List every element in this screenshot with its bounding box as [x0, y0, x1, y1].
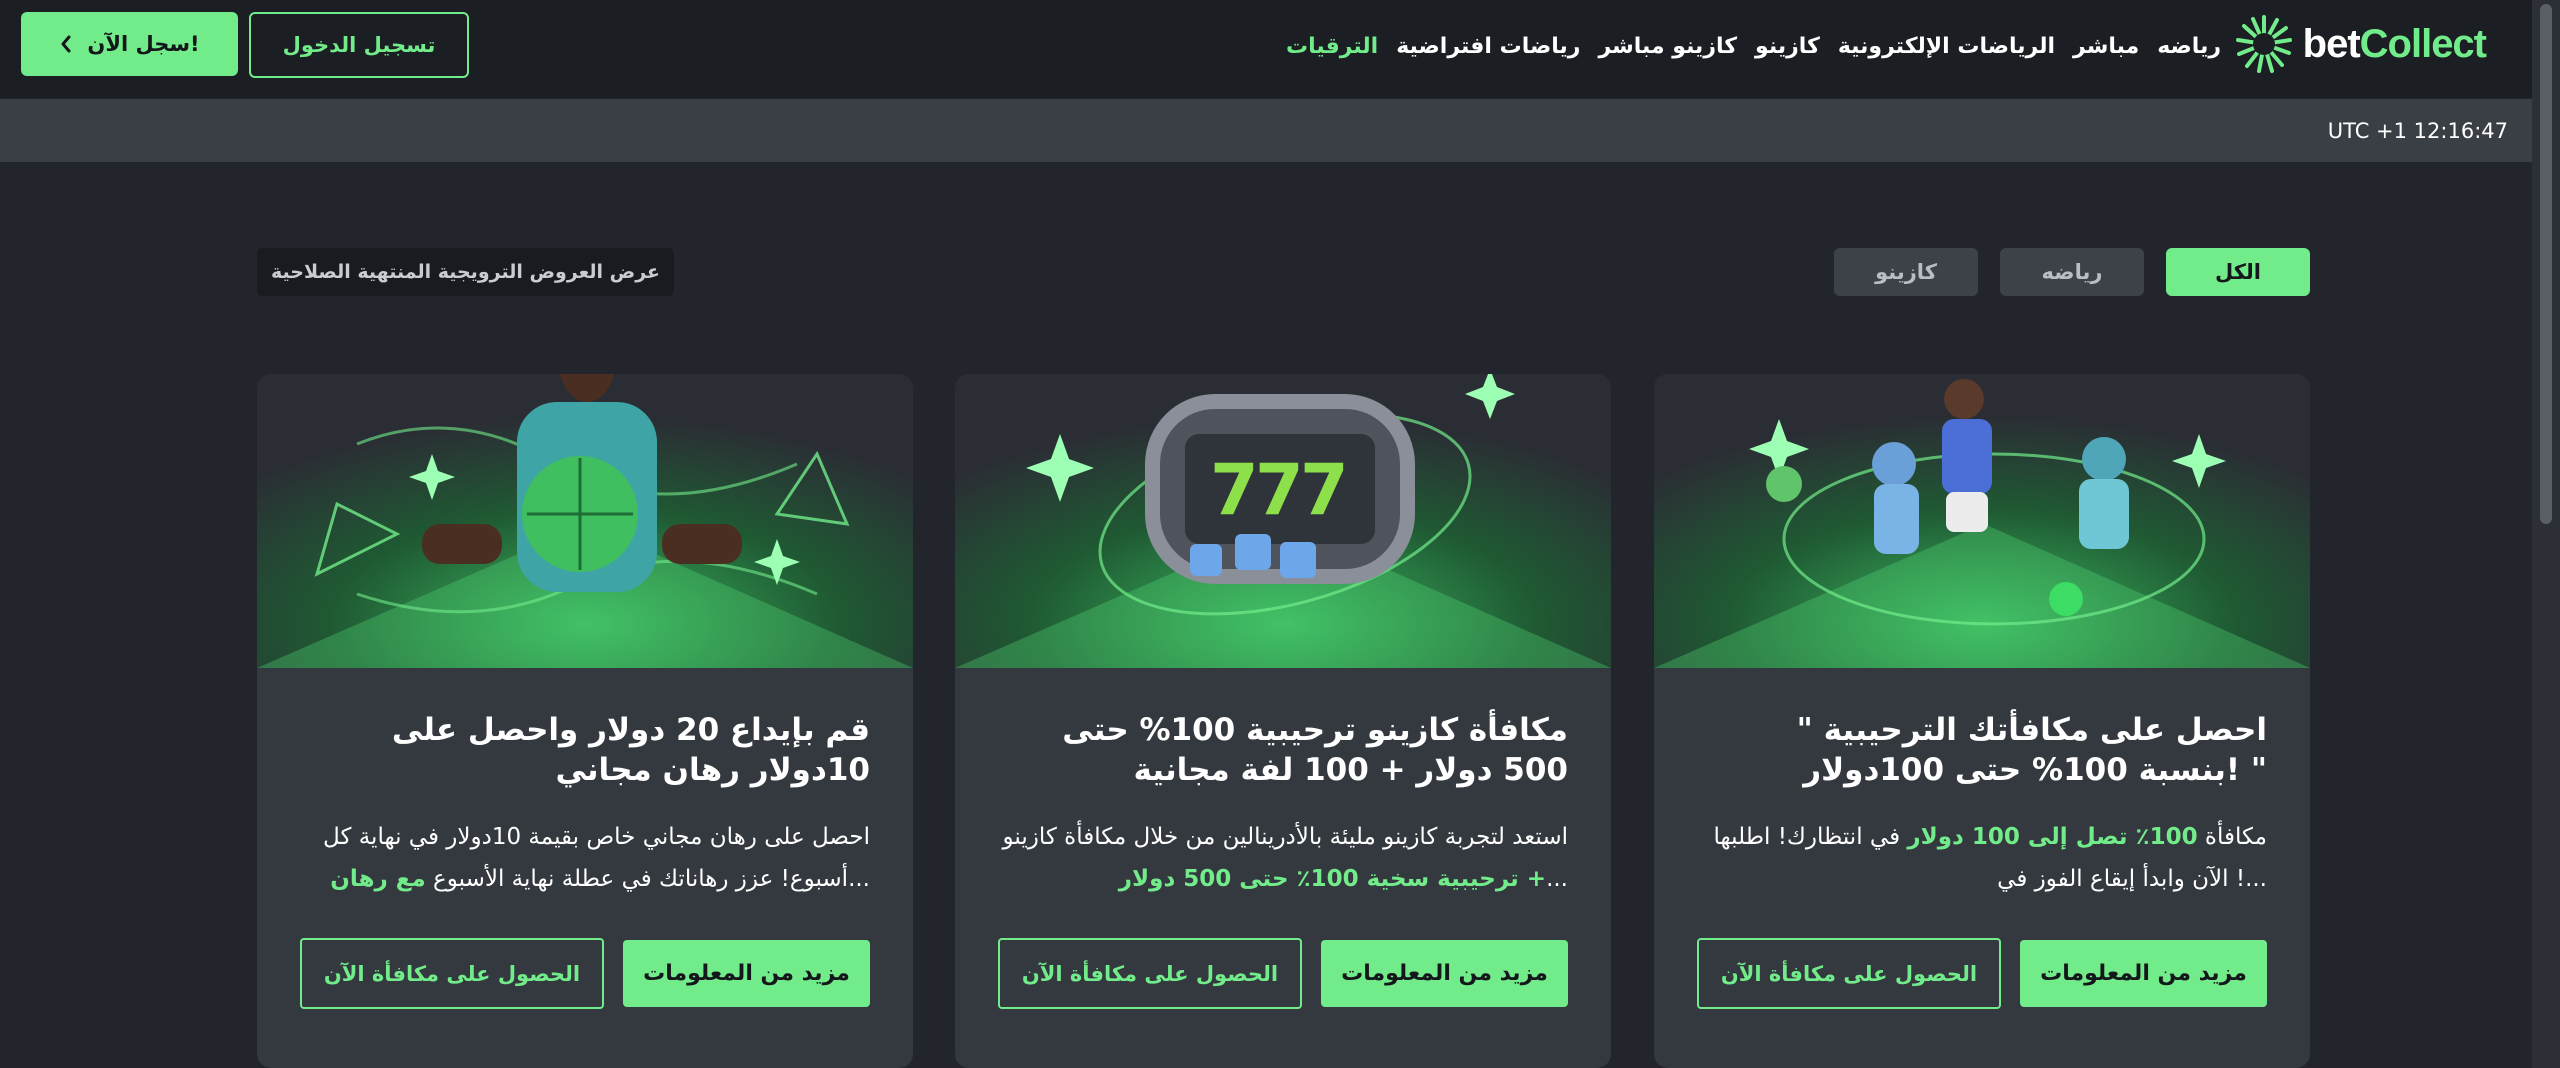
time-bar: UTC +1 12:16:47: [0, 99, 2532, 162]
page-scrollbar[interactable]: [2532, 0, 2560, 1068]
show-expired-label: عرض العروض الترويجية المنتهية الصلاحية: [271, 261, 660, 283]
promo-desc-text: ...: [848, 866, 870, 892]
brand-logo[interactable]: betCollect: [2235, 12, 2487, 76]
claim-bonus-label: الحصول على مكافأة الآن: [323, 961, 581, 986]
login-button-label: تسجيل الدخول: [282, 33, 436, 57]
nav-item-promotions[interactable]: الترقيات: [1286, 34, 1378, 59]
promo-desc-highlight: 100٪ تصل إلى 100 دولار: [1907, 824, 2198, 850]
nav-item-live[interactable]: مباشر: [2073, 34, 2139, 59]
scrollbar-thumb[interactable]: [2540, 4, 2552, 524]
promo-description: مكافأة 100٪ تصل إلى 100 دولار في انتظارك…: [1677, 816, 2267, 900]
show-expired-promotions-button[interactable]: عرض العروض الترويجية المنتهية الصلاحية: [257, 248, 674, 296]
promo-title: قم بإيداع 20 دولار واحصل على 10دولار رها…: [391, 712, 870, 788]
promo-description: استعد لتجربة كازينو مليئة بالأدرينالين م…: [978, 816, 1568, 900]
brand-name-part2: Collect: [2359, 21, 2487, 66]
tab-casino[interactable]: كازينو: [1834, 248, 1978, 296]
more-info-label: مزيد من المعلومات: [2040, 961, 2247, 986]
claim-bonus-button[interactable]: الحصول على مكافأة الآن: [300, 938, 604, 1009]
promo-basketball-banner-image: [257, 374, 913, 668]
signup-button-label: سجل الآن!: [87, 32, 200, 56]
clock-readout: UTC +1 12:16:47: [2327, 119, 2508, 143]
nav-item-casino[interactable]: كازينو: [1755, 34, 1820, 59]
svg-text:7: 7: [1210, 449, 1259, 531]
promo-card-casino-welcome: 7 7 7 مكافأة كازينو ترحيبية 100% حتى 500…: [955, 374, 1611, 1068]
svg-text:7: 7: [1255, 449, 1304, 531]
promo-title: " احصل على مكافأتك الترحيبية بنسبة 100% …: [1796, 712, 2267, 788]
promo-desc-text: ...: [1546, 866, 1568, 892]
logo-burst-icon: [2235, 15, 2292, 73]
promo-sports-banner-image: [1654, 374, 2310, 668]
nav-item-live-casino[interactable]: كازينو مباشر: [1598, 34, 1737, 59]
tab-sports[interactable]: رياضه: [2000, 248, 2144, 296]
more-info-button[interactable]: مزيد من المعلومات: [623, 940, 870, 1007]
promo-description: احصل على رهان مجاني خاص بقيمة 10دولار في…: [280, 816, 870, 900]
signup-button[interactable]: سجل الآن!: [21, 12, 238, 76]
more-info-button[interactable]: مزيد من المعلومات: [2020, 940, 2267, 1007]
promo-card-free-bet: قم بإيداع 20 دولار واحصل على 10دولار رها…: [257, 374, 913, 1068]
promo-desc-highlight: مع رهان: [330, 866, 426, 892]
tab-all[interactable]: الكل: [2166, 248, 2310, 296]
claim-bonus-label: الحصول على مكافأة الآن: [1720, 961, 1978, 986]
nav-item-esports[interactable]: الرياضات الإلكترونية: [1838, 34, 2055, 59]
claim-bonus-button[interactable]: الحصول على مكافأة الآن: [998, 938, 1302, 1009]
login-button[interactable]: تسجيل الدخول: [249, 12, 469, 78]
brand-name-part1: bet: [2302, 21, 2361, 66]
promo-desc-text: استعد لتجربة كازينو مليئة بالأدرينالين م…: [1002, 824, 1568, 850]
promo-title: مكافأة كازينو ترحيبية 100% حتى 500 دولار…: [1062, 712, 1568, 788]
more-info-label: مزيد من المعلومات: [1341, 961, 1548, 986]
claim-bonus-label: الحصول على مكافأة الآن: [1021, 961, 1279, 986]
nav-item-virtual-sports[interactable]: رياضات افتراضية: [1396, 34, 1580, 59]
nav-item-sports[interactable]: رياضه: [2157, 34, 2221, 59]
promotion-filter-tabs: الكل رياضه كازينو: [1834, 248, 2310, 296]
svg-text:7: 7: [1300, 449, 1349, 531]
more-info-label: مزيد من المعلومات: [643, 961, 850, 986]
promo-desc-highlight: ترحيبية سخية 100٪ حتى 500 دولار +: [1118, 866, 1547, 892]
claim-bonus-button[interactable]: الحصول على مكافأة الآن: [1697, 938, 2001, 1009]
main-nav: رياضه مباشر الرياضات الإلكترونية كازينو …: [1286, 28, 2221, 64]
top-navigation-bar: betCollect رياضه مباشر الرياضات الإلكترو…: [0, 0, 2532, 98]
promo-casino-banner-image: 7 7 7: [955, 374, 1611, 668]
promo-card-sports-welcome: " احصل على مكافأتك الترحيبية بنسبة 100% …: [1654, 374, 2310, 1068]
chevron-left-icon: [61, 35, 71, 53]
promo-desc-text: مكافأة: [2197, 824, 2267, 850]
more-info-button[interactable]: مزيد من المعلومات: [1321, 940, 1568, 1007]
